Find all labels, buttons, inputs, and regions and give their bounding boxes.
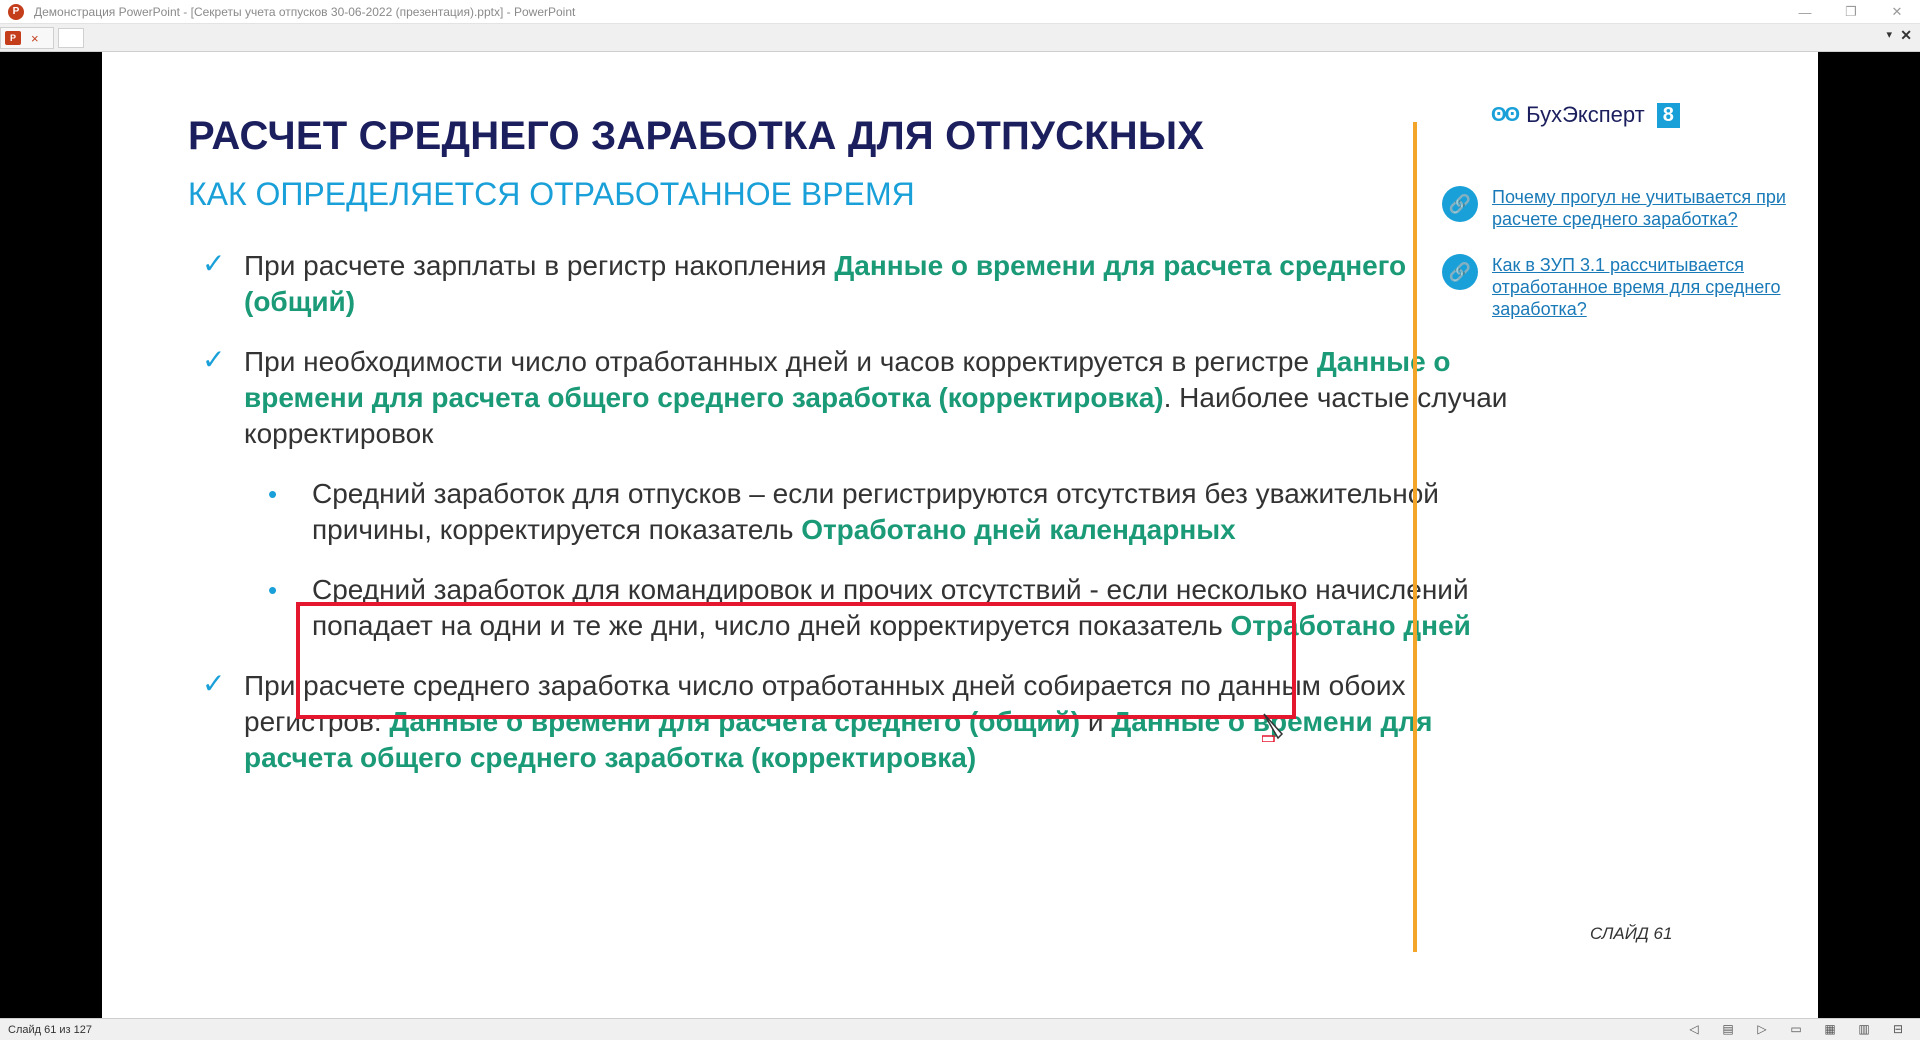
powerpoint-file-icon: P (5, 31, 21, 45)
divider-line (1413, 122, 1417, 952)
slide-number: СЛАЙД 61 (1590, 924, 1673, 943)
bullet-dot-icon: • (268, 479, 278, 509)
bullet-dot-icon: • (268, 575, 278, 605)
window-titlebar: P Демонстрация PowerPoint - [Секреты уче… (0, 0, 1920, 24)
powerpoint-app-icon: P (8, 3, 24, 20)
close-tab-icon[interactable]: × (31, 31, 39, 46)
next-slide-icon[interactable]: ▷ (1754, 1021, 1770, 1037)
list-item: ✓ При необходимости число отработанных д… (202, 344, 1508, 449)
check-icon: ✓ (202, 248, 226, 279)
presentation-tabbar: P × ▾ ✕ (0, 24, 1920, 52)
link-icon: 🔗 (1442, 186, 1478, 222)
close-window-button[interactable]: ✕ (1874, 0, 1920, 24)
slide-canvas: РАСЧЕТ СРЕДНЕГО ЗАРАБОТКА ДЛЯ ОТПУСКНЫХ … (102, 52, 1818, 1018)
tab-blank[interactable] (58, 28, 84, 48)
highlight-box (296, 602, 1296, 719)
window-title: Демонстрация PowerPoint - [Секреты учета… (34, 4, 576, 19)
buhexpert-logo: ʘʘ БухЭксперт 8 (1491, 102, 1680, 128)
slide-counter: Слайд 61 из 127 (8, 1023, 92, 1036)
restore-button[interactable]: ❐ (1828, 0, 1874, 24)
slide-sorter-icon[interactable]: ▦ (1822, 1021, 1838, 1037)
check-icon: ✓ (202, 668, 226, 699)
reading-view-icon[interactable]: ▥ (1856, 1021, 1872, 1037)
slideshow-icon[interactable]: ⊟ (1890, 1021, 1906, 1037)
check-icon: ✓ (202, 344, 226, 375)
status-icons: ◁ ▤ ▷ ▭ ▦ ▥ ⊟ (1686, 1021, 1906, 1037)
minimize-button[interactable]: — (1782, 0, 1828, 24)
list-item: ✓ При расчете зарплаты в регистр накопле… (202, 248, 1407, 317)
slide-subtitle: КАК ОПРЕДЕЛЯЕТСЯ ОТРАБОТАННОЕ ВРЕМЯ (188, 176, 915, 212)
status-bar: Слайд 61 из 127 ◁ ▤ ▷ ▭ ▦ ▥ ⊟ (0, 1018, 1920, 1040)
close-all-icon[interactable]: ✕ (1900, 27, 1912, 44)
normal-view-icon[interactable]: ▭ (1788, 1021, 1804, 1037)
link-icon: 🔗 (1442, 254, 1478, 290)
menu-icon[interactable]: ▤ (1720, 1021, 1736, 1037)
window-controls: — ❐ ✕ (1782, 0, 1920, 24)
owl-logo-icon: ʘʘ (1491, 103, 1520, 126)
side-link-1[interactable]: 🔗 Почему прогул не учитывается при расче… (1442, 186, 1792, 230)
previous-slide-icon[interactable]: ◁ (1686, 1021, 1702, 1037)
list-item: • Средний заработок для отпусков – если … (268, 478, 1439, 545)
chevron-down-icon[interactable]: ▾ (1886, 28, 1892, 41)
side-link-2[interactable]: 🔗 Как в ЗУП 3.1 рассчитывается отработан… (1442, 254, 1792, 320)
tab-presentation[interactable]: P × (0, 27, 54, 49)
pen-cursor-icon (1262, 713, 1284, 742)
slide-title: РАСЧЕТ СРЕДНЕГО ЗАРАБОТКА ДЛЯ ОТПУСКНЫХ (188, 114, 1205, 158)
